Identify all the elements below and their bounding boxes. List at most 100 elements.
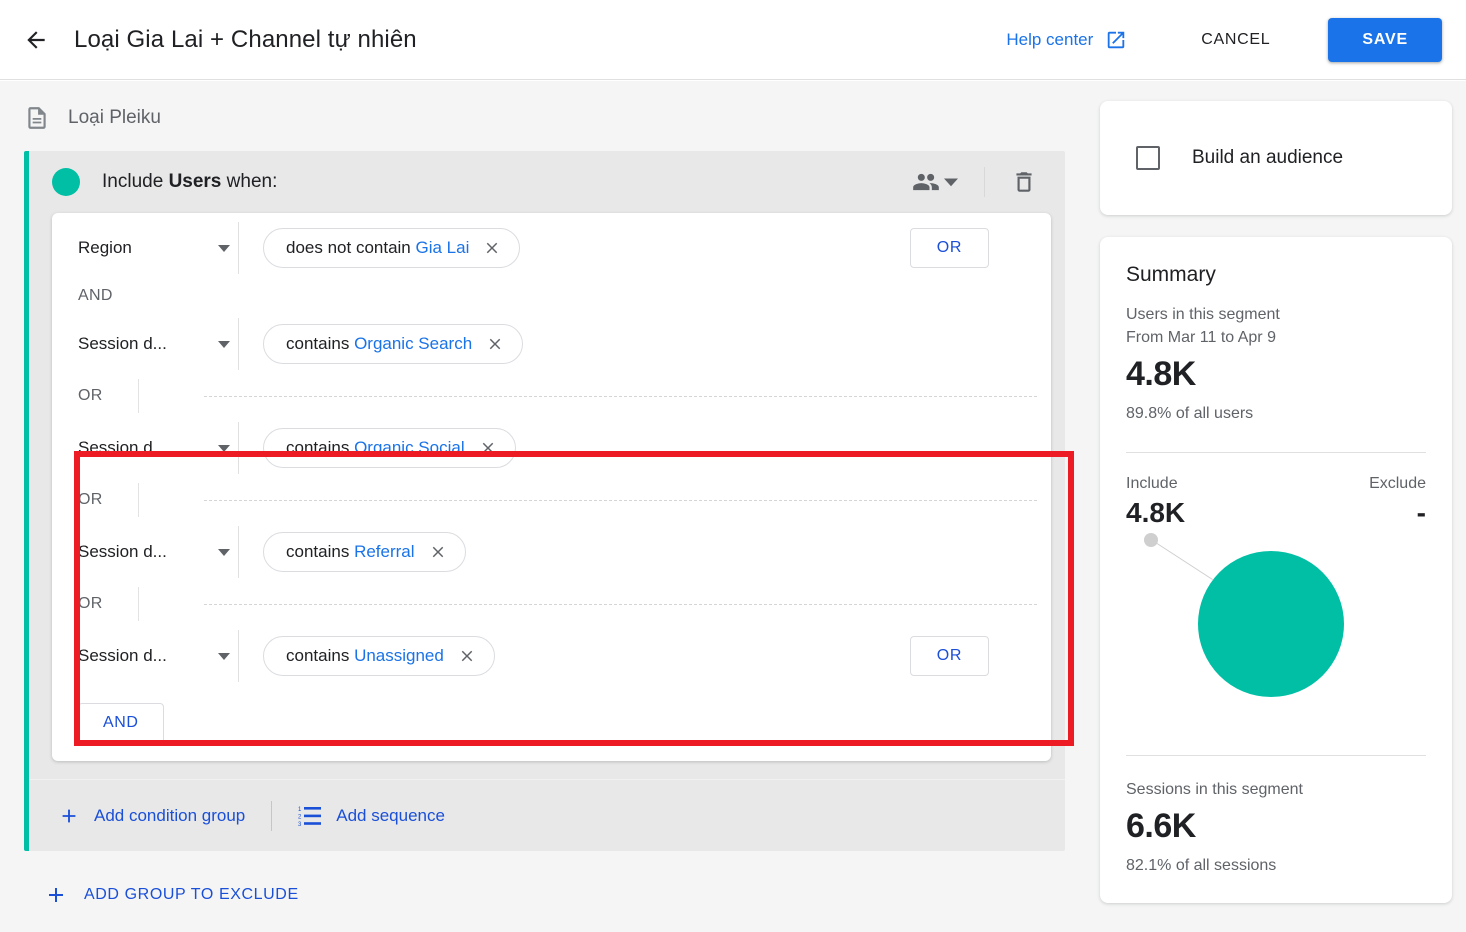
segment-name-row[interactable]: Loại Pleiku [0, 81, 1085, 131]
conditions-card: Region does not contain Gia Lai OR AND S… [52, 213, 1051, 761]
include-label: Include [1126, 474, 1178, 492]
chip-text: contains Unassigned [286, 646, 444, 665]
help-center-link[interactable]: Help center [1006, 29, 1127, 51]
delete-group-button[interactable] [1007, 163, 1041, 201]
close-icon[interactable] [429, 543, 447, 561]
sessions-caption: Sessions in this segment [1126, 780, 1303, 798]
help-center-label: Help center [1006, 29, 1094, 49]
include-prefix: Include [102, 171, 164, 192]
dimension-label: Region [78, 238, 132, 257]
dimension-label: Session d... [78, 646, 167, 665]
chip-text: contains Organic Social [286, 438, 465, 457]
venn-diagram [1126, 529, 1426, 729]
and-footer: AND [52, 691, 1051, 761]
and-button[interactable]: AND [78, 703, 164, 743]
close-icon[interactable] [479, 439, 497, 457]
or-separator-label: OR [78, 387, 103, 404]
condition-row: Session d... contains Unassigned OR [52, 621, 1051, 691]
dimension-select[interactable]: Session d... [78, 542, 230, 562]
chevron-down-icon [218, 244, 230, 252]
arrow-left-icon [27, 30, 45, 49]
summary-divider-2 [1126, 754, 1426, 756]
cancel-button[interactable]: CANCEL [1187, 21, 1284, 59]
or-separator: OR [52, 587, 1051, 621]
chip-text: does not contain Gia Lai [286, 238, 470, 257]
include-scope-label: Include Users when: [102, 171, 277, 193]
chip-text: contains Organic Search [286, 334, 473, 353]
or-tickline [138, 587, 139, 621]
dimension-label: Session d... [78, 438, 167, 457]
segment-name-text: Loại Pleiku [68, 107, 161, 128]
row-divider [238, 222, 239, 274]
users-caption-line1: Users in this segment [1126, 306, 1280, 323]
dimension-select[interactable]: Session d... [78, 334, 230, 354]
or-dashed-line [204, 395, 1037, 397]
chip-text: contains Referral [286, 542, 415, 561]
users-caption-line2: From Mar 11 to Apr 9 [1126, 329, 1276, 347]
row-divider [238, 422, 239, 474]
users-percent: 89.8% of all users [1126, 405, 1254, 423]
or-tickline [138, 379, 139, 413]
save-button[interactable]: SAVE [1328, 17, 1442, 62]
dimension-label: Session d... [78, 334, 167, 353]
close-icon[interactable] [486, 335, 504, 353]
exclude-label: Exclude [1369, 474, 1426, 492]
add-group-to-exclude-label: ADD GROUP TO EXCLUDE [84, 886, 299, 903]
condition-chip[interactable]: contains Organic Social [263, 428, 516, 468]
and-separator: AND [52, 283, 1051, 309]
exclude-value: - [1416, 496, 1426, 528]
chevron-down-icon [218, 340, 230, 348]
chevron-down-icon [218, 444, 230, 452]
condition-chip[interactable]: contains Organic Search [263, 324, 524, 364]
venn-leader-line [1153, 540, 1213, 580]
row-divider [238, 318, 239, 370]
condition-row: Session d... contains Organic Search [52, 309, 1051, 379]
include-indicator-dot [52, 168, 80, 196]
close-icon[interactable] [483, 239, 501, 257]
condition-chip[interactable]: does not contain Gia Lai [263, 228, 521, 268]
page-title: Loại Gia Lai + Channel tự nhiên [74, 25, 417, 53]
include-value: 4.8K [1126, 496, 1186, 528]
or-separator-label: OR [78, 595, 103, 612]
dimension-label: Session d... [78, 542, 167, 561]
include-group-block: Include Users when: Region does not cont… [24, 151, 1074, 851]
segment-builder-column: Loại Pleiku Include Users when: Region d… [0, 81, 1085, 932]
include-column: Include 4.8K [1126, 475, 1185, 529]
include-group-header: Include Users when: [24, 151, 1065, 213]
summary-card: Summary Users in this segment From Mar 1… [1100, 237, 1452, 903]
add-sequence-button[interactable]: 1 2 3 Add sequence [298, 805, 445, 827]
add-sequence-label: Add sequence [336, 805, 445, 825]
svg-text:1: 1 [298, 807, 302, 813]
or-button[interactable]: OR [909, 228, 989, 268]
document-icon [28, 107, 46, 129]
dimension-select[interactable]: Region [78, 238, 230, 258]
include-exclude-row: Include 4.8K Exclude - [1126, 475, 1426, 529]
people-icon [913, 173, 939, 191]
add-group-to-exclude-button[interactable]: ADD GROUP TO EXCLUDE [44, 883, 299, 907]
scope-selector-button[interactable] [908, 162, 962, 202]
row-divider [238, 630, 239, 682]
back-button[interactable] [12, 16, 60, 64]
dimension-select[interactable]: Session d... [78, 438, 230, 458]
header-actions: Help center CANCEL SAVE [1006, 17, 1466, 62]
and-separator-label: AND [78, 287, 113, 304]
plus-icon [62, 809, 76, 822]
or-tickline [138, 483, 139, 517]
group-actions-bar: Add condition group 1 2 3 Add sequence [24, 779, 1065, 851]
or-button[interactable]: OR [909, 636, 989, 676]
condition-row: Region does not contain Gia Lai OR [52, 213, 1051, 283]
numbered-list-icon: 1 2 3 [298, 806, 322, 827]
summary-divider [1126, 451, 1426, 453]
open-in-new-icon [1108, 31, 1125, 48]
condition-chip[interactable]: contains Referral [263, 532, 466, 572]
include-suffix: when: [226, 171, 278, 192]
close-icon[interactable] [458, 647, 476, 665]
dimension-select[interactable]: Session d... [78, 646, 230, 666]
add-condition-group-button[interactable]: Add condition group [58, 805, 245, 827]
venn-leader-dot [1144, 532, 1158, 547]
summary-column: Build an audience Summary Users in this … [1100, 81, 1452, 903]
build-audience-checkbox[interactable] [1136, 146, 1160, 170]
condition-chip[interactable]: contains Unassigned [263, 636, 495, 676]
condition-row: Session d... contains Organic Social [52, 413, 1051, 483]
venn-include-circle [1198, 550, 1344, 697]
